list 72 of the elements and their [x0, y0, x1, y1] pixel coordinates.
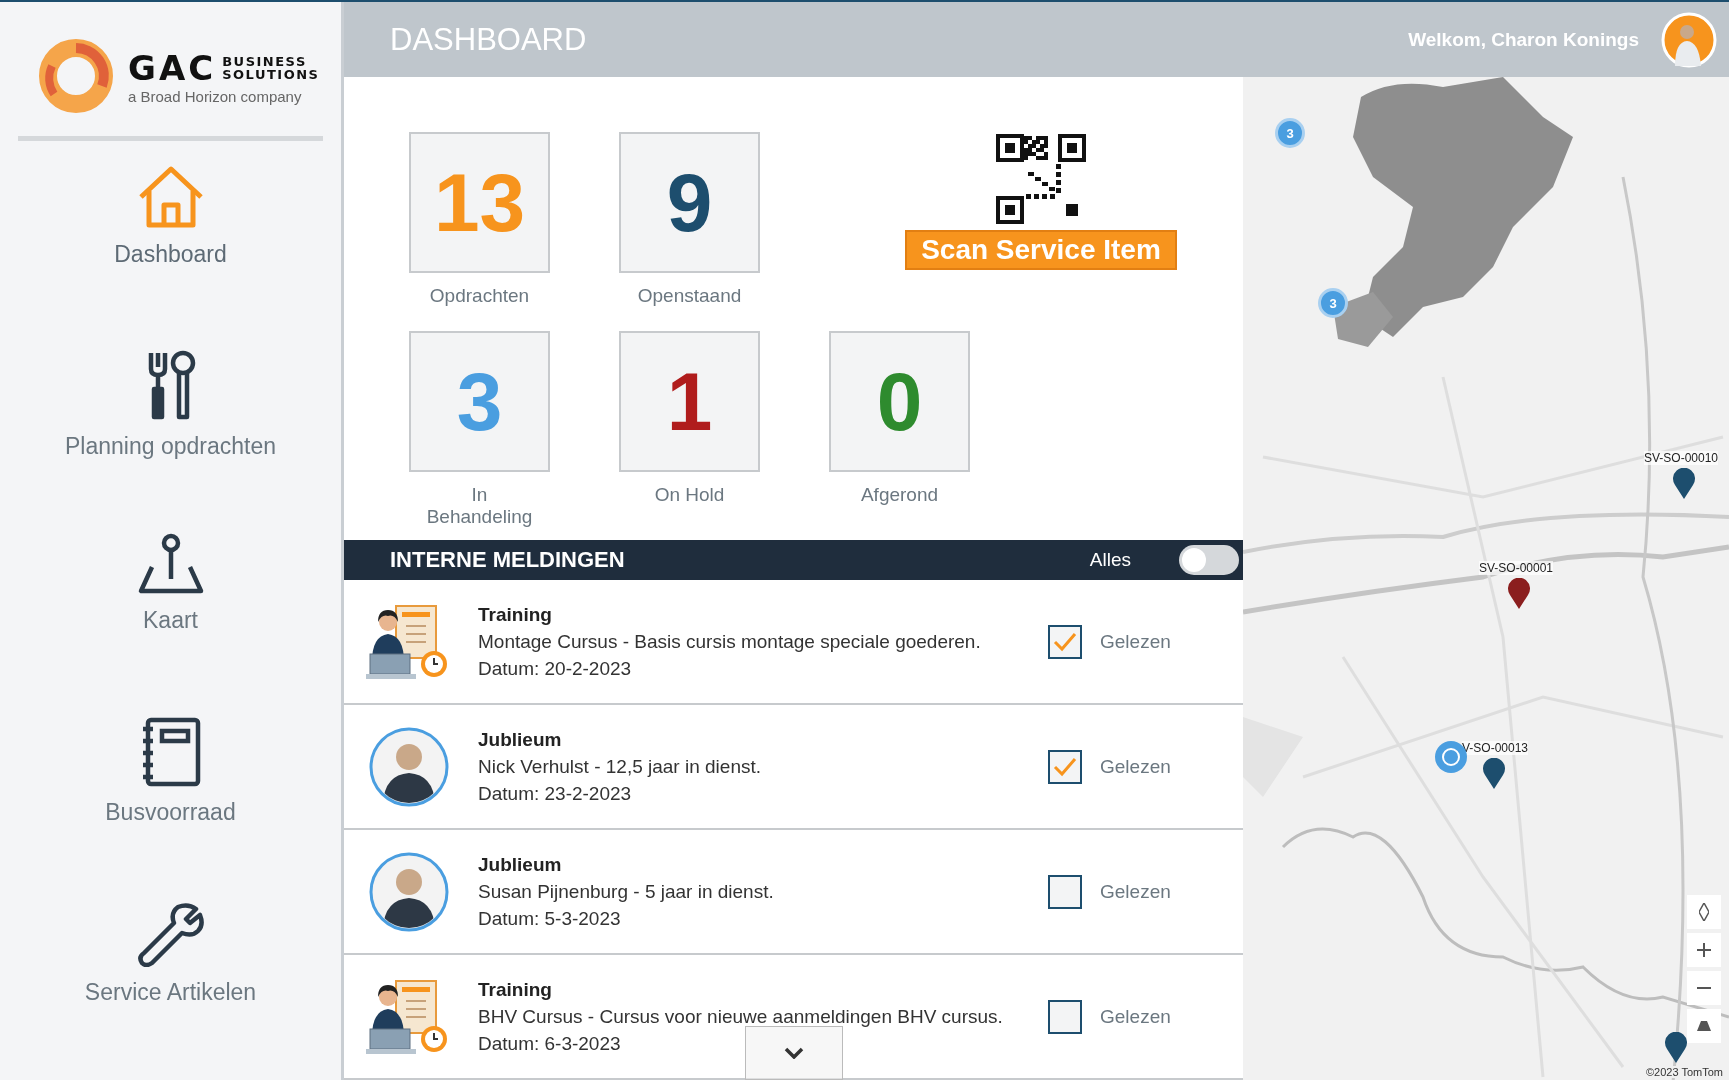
compass-icon: [1699, 903, 1709, 921]
read-checkbox[interactable]: [1048, 999, 1082, 1034]
minus-icon: [1697, 986, 1711, 990]
sidebar-item[interactable]: Planning opdrachten: [0, 349, 341, 533]
stat-value: 1: [666, 360, 713, 443]
compass-button[interactable]: [1687, 895, 1721, 929]
logo-brand: GAC: [128, 47, 217, 88]
read-label: Gelezen: [1100, 755, 1171, 778]
notification-category: Training: [478, 978, 552, 1001]
pin-label: SV-SO-00001: [1479, 561, 1554, 575]
logo-subtitle: BUSINESS: [222, 54, 308, 68]
map-pin[interactable]: [1507, 578, 1531, 610]
read-checkbox[interactable]: [1048, 624, 1082, 659]
stat-label: Openstaand: [636, 285, 743, 307]
check-icon: [1053, 631, 1077, 652]
stat-label: In Behandeling: [425, 484, 534, 528]
stat-label: On Hold: [653, 484, 726, 506]
toggle-switch[interactable]: [1179, 545, 1239, 576]
notification-text: Nick Verhulst - 12,5 jaar in dienst.: [478, 755, 762, 778]
wrench-icon: [137, 901, 204, 967]
tilt-button[interactable]: [1687, 1009, 1721, 1043]
read-label: Gelezen: [1100, 1005, 1171, 1028]
plus-icon: [1697, 943, 1711, 957]
filter-label: Alles: [1089, 549, 1131, 572]
notification-category: Training: [478, 603, 552, 626]
sidebar-item[interactable]: Kaart: [0, 533, 341, 717]
notification-date: Datum: 23-2-2023: [478, 782, 632, 805]
section-title: INTERNE MELDINGEN: [390, 547, 626, 574]
notification-text: Montage Cursus - Basis cursis montage speciale goederen.: [478, 630, 981, 653]
map-pin[interactable]: [1664, 1032, 1688, 1064]
notification-date: Datum: 20-2-2023: [478, 657, 632, 680]
logo-subtitle: SOLUTIONS: [222, 67, 320, 81]
read-label: Gelezen: [1100, 630, 1171, 653]
map-pin[interactable]: [1672, 468, 1696, 500]
map-copyright: ©2023 TomTom: [1644, 1066, 1725, 1078]
notification-date: Datum: 5-3-2023: [478, 907, 621, 930]
tilt-icon: [1697, 1021, 1711, 1031]
notification-date: Datum: 6-3-2023: [478, 1032, 621, 1055]
check-icon: [1053, 756, 1077, 777]
stat-value: 9: [666, 161, 713, 244]
read-label: Gelezen: [1100, 880, 1171, 903]
pin-label: SV-SO-00010: [1644, 451, 1719, 465]
chevron-down-icon: [784, 1047, 804, 1059]
map-pin-icon: [137, 533, 204, 595]
pin-label: V-SO-00013: [1462, 741, 1529, 755]
zoom-in-button[interactable]: [1687, 933, 1721, 967]
notification-text: BHV Cursus - Cursus voor nieuwe aanmeldingen BHV cursus.: [478, 1005, 1003, 1028]
map-pin[interactable]: [1482, 758, 1506, 790]
stat-label: Afgerond: [859, 484, 940, 506]
stat-tile[interactable]: 0: [829, 331, 970, 472]
logo-ring-icon: [38, 38, 114, 114]
qr-code-icon: [996, 134, 1086, 224]
stat-tile[interactable]: 3: [409, 331, 550, 472]
welcome-text: Welkom, Charon Konings: [1408, 28, 1639, 51]
page-title: DASHBOARD: [390, 21, 587, 58]
sidebar-item[interactable]: Service Artikelen: [0, 901, 341, 1080]
logo-tagline: a Broad Horizon company: [128, 87, 303, 105]
notification-category: Jublieum: [478, 728, 562, 751]
sidebar-item[interactable]: Dashboard: [0, 165, 341, 349]
stat-value: 0: [876, 360, 923, 443]
stat-value: 3: [456, 360, 503, 443]
notification-category: Jublieum: [478, 853, 562, 876]
notification-text: Susan Pijnenburg - 5 jaar in dienst.: [478, 880, 774, 903]
read-checkbox[interactable]: [1048, 874, 1082, 909]
stat-label: Opdrachten: [428, 285, 531, 307]
read-checkbox[interactable]: [1048, 749, 1082, 784]
sidebar-item[interactable]: Busvoorraad: [0, 717, 341, 901]
stat-tile[interactable]: 9: [619, 132, 760, 273]
stat-value: 13: [433, 161, 526, 244]
zoom-out-button[interactable]: [1687, 971, 1721, 1005]
scan-button[interactable]: Scan Service Item: [905, 230, 1177, 270]
stat-tile[interactable]: 1: [619, 331, 760, 472]
